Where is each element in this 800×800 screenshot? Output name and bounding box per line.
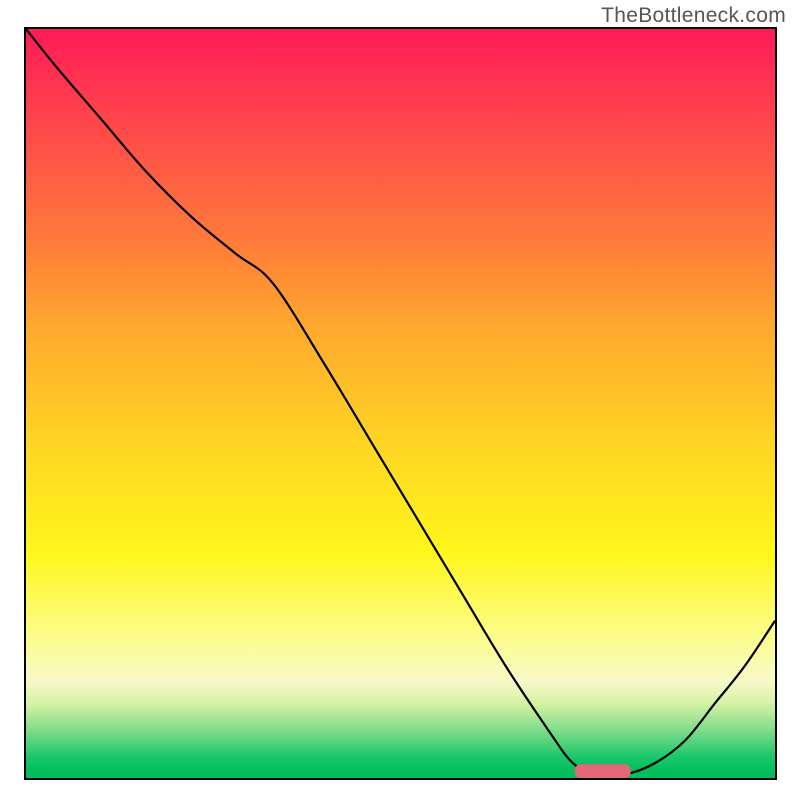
optimum-marker <box>575 764 631 778</box>
watermark-text: TheBottleneck.com <box>601 4 786 28</box>
chart-svg <box>26 29 775 778</box>
bottleneck-curve <box>26 29 775 776</box>
chart-frame <box>24 27 777 780</box>
